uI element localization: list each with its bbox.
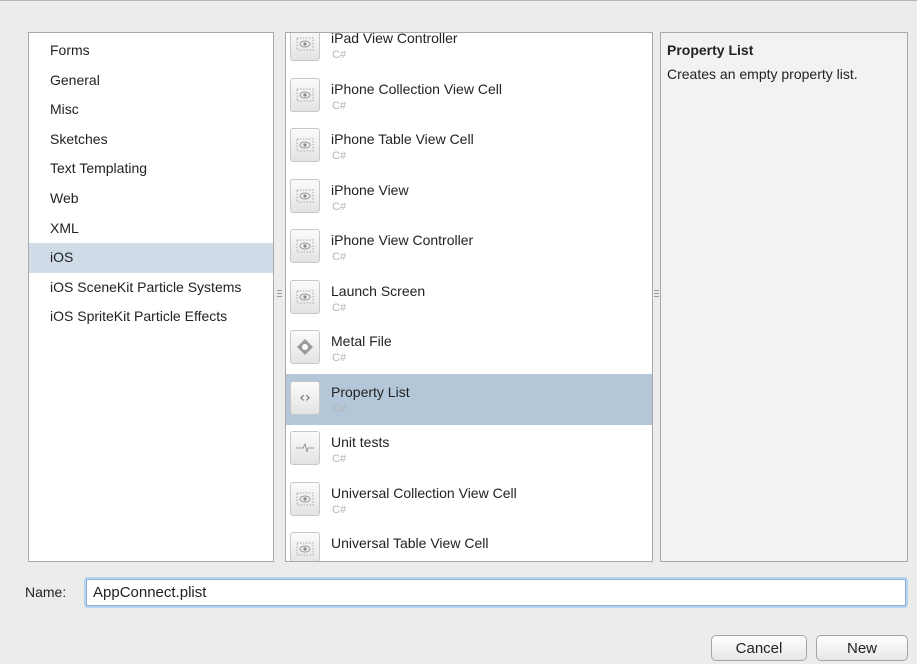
cancel-button[interactable]: Cancel [711,635,807,661]
template-language: C# [332,402,347,415]
template-language: C# [332,251,347,263]
template-list-panel[interactable]: iPad View Controller C# iPhone Collection … [285,32,653,562]
template-item[interactable]: iPhone View Controller C# [286,222,652,273]
eye-icon [290,229,320,263]
category-item[interactable]: iOS SceneKit Particle Systems [29,273,273,303]
description-title: Property List [667,42,754,58]
category-item[interactable]: Text Templating [29,154,273,184]
template-language: C# [332,503,347,516]
template-item[interactable]: iPhone View C# [286,172,652,223]
eye-icon [290,279,320,314]
template-name: Property List [331,383,410,400]
template-language: C# [332,49,347,61]
template-name: iPhone Table View Cell [331,131,474,147]
template-item[interactable]: ‹› Property List C# [286,373,652,425]
eye-icon [290,77,320,112]
template-name: iPhone Collection View Cell [331,80,502,97]
template-name: Universal Table View Cell [331,535,489,551]
splitter-handle-left[interactable] [277,290,282,299]
template-name: iPhone View Controller [331,232,474,248]
template-name: Universal Collection View Cell [331,484,517,501]
pulse-icon [290,431,320,465]
category-item[interactable]: XML [29,214,273,244]
template-item[interactable]: iPad View Controller C# [286,32,652,71]
eye-icon [290,33,320,61]
category-list[interactable]: Forms General Misc Sketches Text Templating W… [29,33,273,332]
splitter-handle-right[interactable] [654,290,659,299]
eye-icon [290,532,320,561]
template-item[interactable]: Metal File C# [286,323,652,374]
window-top-border [0,0,917,1]
template-name: Metal File [331,333,392,349]
category-item[interactable]: Web [29,184,273,214]
angle-brackets-icon: ‹› [290,380,320,415]
name-label: Name: [25,584,67,600]
template-item[interactable]: Universal Collection View Cell C# [286,475,652,526]
category-item[interactable]: Sketches [29,125,273,155]
template-item[interactable]: Universal Table View Cell [286,525,652,561]
category-item[interactable]: iOS [29,243,273,273]
template-name: Launch Screen [331,282,426,299]
metal-icon [290,330,320,364]
template-language: C# [332,200,347,213]
template-item[interactable]: Unit tests C# [286,424,652,475]
eye-icon [290,128,320,162]
category-item[interactable]: General [29,66,273,96]
description-text: Creates an empty property list. [667,66,858,82]
name-input[interactable] [86,579,906,606]
template-item[interactable]: Launch Screen C# [286,273,652,324]
new-button[interactable]: New [816,635,908,661]
description-panel: Property List Creates an empty property … [660,32,908,562]
template-name: iPad View Controller [331,32,458,46]
template-language: C# [332,352,347,364]
template-language: C# [332,150,347,162]
eye-icon [290,178,320,213]
category-item[interactable]: iOS SpriteKit Particle Effects [29,302,273,332]
template-language: C# [332,301,347,314]
category-list-panel[interactable]: Forms General Misc Sketches Text Templating W… [28,32,274,562]
template-item[interactable]: iPhone Collection View Cell C# [286,71,652,122]
template-item[interactable]: iPhone Table View Cell C# [286,121,652,172]
category-item[interactable]: Forms [29,36,273,66]
template-language: C# [332,99,347,112]
category-item[interactable]: Misc [29,95,273,125]
eye-icon [290,481,320,516]
template-name: iPhone View [331,181,409,198]
template-name: Unit tests [331,434,390,450]
template-language: C# [332,453,347,465]
